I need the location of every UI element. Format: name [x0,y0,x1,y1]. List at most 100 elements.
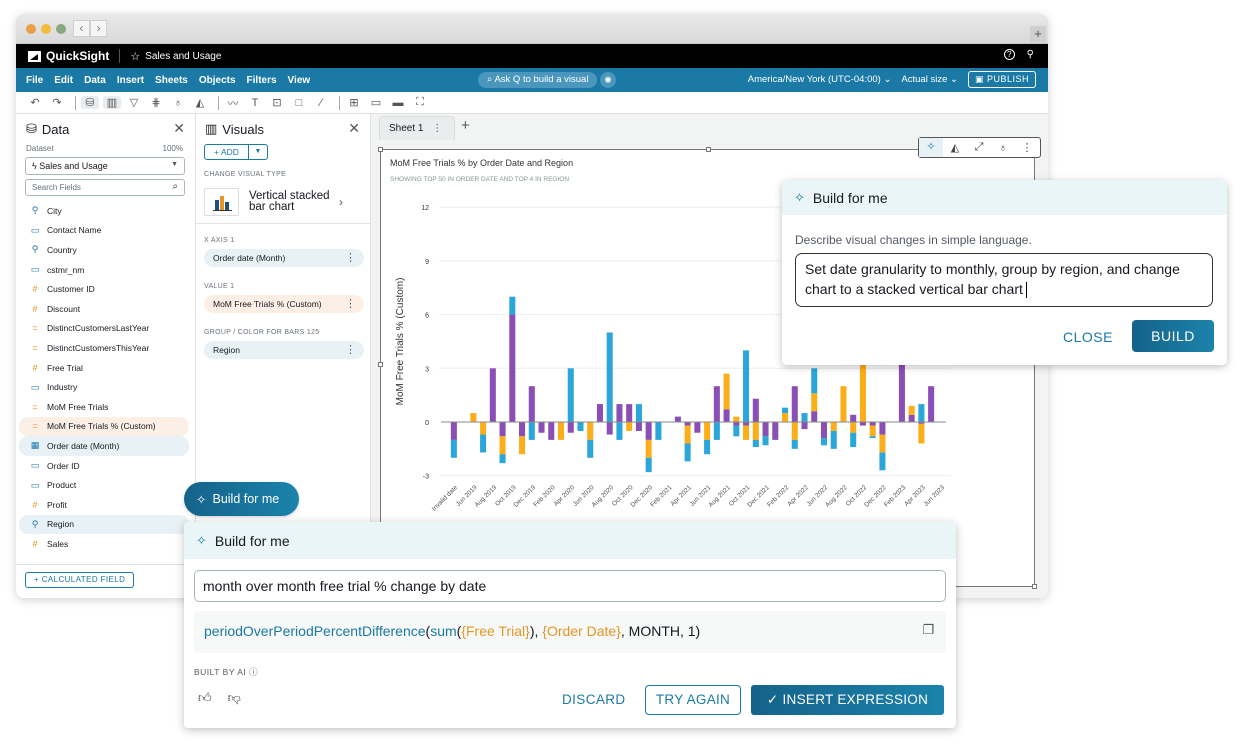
build-for-me-button[interactable]: ✧ Build for me [184,482,299,516]
image-icon[interactable]: ⊡ [268,96,286,109]
close-icon[interactable]: ✕ [173,120,185,137]
line-chart-icon[interactable]: 〰 [224,95,242,111]
field-item[interactable]: # Discount [19,299,189,319]
thumbs-down-icon[interactable]: 👎︎ [228,690,241,706]
bar-segment-orange [791,422,798,440]
discard-button[interactable]: DISCARD [562,692,626,707]
bar-segment-orange [684,425,691,444]
menu-view[interactable]: View [288,75,311,86]
group-color-well[interactable]: Region ⋮ [204,341,364,359]
expr-function: sum [430,623,457,639]
visual-type-selector[interactable]: Vertical stacked bar chart › [204,186,364,218]
calculated-field-icon: = [32,401,38,412]
menu-data[interactable]: Data [84,75,106,86]
format-visual-icon[interactable]: ◭ [943,141,967,154]
zoom-select[interactable]: Actual size ⌄ [901,74,958,85]
data-icon[interactable]: ⛁ [81,96,99,109]
try-again-button[interactable]: TRY AGAIN [645,685,741,715]
insert-expression-button[interactable]: ✓ INSERT EXPRESSION [751,685,944,715]
footer-icon[interactable]: ▬ [389,97,407,109]
insights-icon[interactable]: ♁ [991,142,1015,154]
publish-button[interactable]: ▣ PUBLISH [967,71,1036,88]
more-options-icon[interactable]: ⋮ [432,123,442,134]
ask-q-button[interactable]: ⌕ Ask Q to build a visual [478,72,598,88]
menu-filters[interactable]: Filters [247,75,277,86]
popover-title: Build for me [214,532,290,549]
value-well[interactable]: MoM Free Trials % (Custom) ⋮ [204,295,364,313]
text-icon[interactable]: T [246,97,264,109]
add-visual-button[interactable]: + ADD ▼ [204,144,268,160]
bar-segment-purple [791,386,798,422]
field-item[interactable]: ▭ cstmr_nm [19,260,189,280]
filter-icon[interactable]: ▽ [125,96,143,109]
field-item[interactable]: ▭ Order ID [19,456,189,476]
field-item[interactable]: ▭ Industry [19,377,189,397]
close-button[interactable]: CLOSE [1063,329,1113,345]
build-for-me-icon[interactable]: ✧ [919,138,943,157]
add-calculated-field-button[interactable]: + CALCULATED FIELD [25,572,135,588]
menu-objects[interactable]: Objects [199,75,236,86]
redo-icon[interactable]: ↷ [48,96,66,109]
field-item[interactable]: # Sales [19,534,189,554]
more-options-icon[interactable]: ⋮ [345,297,356,310]
build-button[interactable]: BUILD [1132,320,1214,352]
bar-segment-purple [635,422,642,431]
menu-edit[interactable]: Edit [54,75,73,86]
dataset-select[interactable]: ϟ Sales and Usage ▼ [25,157,185,175]
describe-changes-input[interactable]: Set date granularity to monthly, group b… [795,253,1213,307]
fullscreen-icon[interactable]: ⛶ [411,96,429,109]
forward-button[interactable]: › [90,20,107,37]
menu-file[interactable]: File [26,75,43,86]
controls-icon[interactable]: ⋕ [147,96,165,109]
copy-icon[interactable]: ❐ [922,622,934,638]
tab-sheet-1[interactable]: Sheet 1 ⋮ [379,116,455,140]
menu-insert[interactable]: Insert [117,75,144,86]
minimize-window-button[interactable] [41,24,51,34]
timezone-select[interactable]: America/New York (UTC-04:00) ⌄ [748,74,892,85]
line-icon[interactable]: ∕ [312,97,330,109]
more-options-icon[interactable]: ⋮ [345,343,356,356]
field-item[interactable]: = MoM Free Trials [19,397,189,417]
close-window-button[interactable] [26,24,36,34]
rectangle-icon[interactable]: □ [290,97,308,109]
thumbs-up-icon[interactable]: 👍︎ [198,690,212,706]
field-item[interactable]: = MoM Free Trials % (Custom) [19,416,189,437]
app-name[interactable]: QuickSight [46,49,109,63]
field-item[interactable]: # Free Trial [19,358,189,378]
bar-segment-purple [928,386,935,422]
field-item[interactable]: = DistinctCustomersLastYear [19,319,189,339]
close-icon[interactable]: ✕ [348,120,360,137]
field-item[interactable]: ▭ Contact Name [19,221,189,241]
q-settings-icon[interactable]: ✺ [600,72,616,88]
field-item[interactable]: ⚲ Region [19,514,189,535]
field-item[interactable]: ▭ Product [19,475,189,495]
field-item[interactable]: = DistinctCustomersThisYear [19,338,189,358]
prompt-input[interactable]: month over month free trial % change by … [194,570,946,602]
maximize-window-button[interactable] [56,24,66,34]
format-icon[interactable]: ◭ [191,96,209,109]
x-axis-well[interactable]: Order date (Month) ⋮ [204,249,364,267]
menu-sheets[interactable]: Sheets [155,75,188,86]
layout-icon[interactable]: ⊞ [345,96,363,109]
field-item[interactable]: # Customer ID [19,279,189,299]
add-sheet-button[interactable]: + [461,117,470,134]
back-button[interactable]: ‹ [73,20,90,37]
insights-icon[interactable]: ♁ [169,97,187,109]
undo-icon[interactable]: ↶ [26,96,44,109]
star-icon[interactable]: ☆ [130,50,140,63]
help-icon[interactable]: ? [1003,49,1015,60]
header-icon[interactable]: ▭ [367,96,385,109]
more-options-icon[interactable]: ⋮ [345,251,356,264]
more-options-icon[interactable]: ⋮ [1015,141,1039,154]
visuals-icon[interactable]: ▥ [103,96,121,109]
expand-icon[interactable]: ⤢ [967,141,991,154]
info-icon[interactable]: ⓘ [249,667,258,677]
new-tab-button[interactable]: + [1030,26,1046,42]
caret-down-icon[interactable]: ▼ [249,145,267,159]
user-icon[interactable]: ⚲ [1027,49,1034,60]
field-item[interactable]: # Profit [19,495,189,515]
field-item[interactable]: ⚲ Country [19,240,189,260]
search-fields-input[interactable]: Search Fields ⌕ [25,179,185,196]
field-item[interactable]: ▦ Order date (Month) [19,436,189,456]
field-item[interactable]: ⚲ City [19,201,189,221]
